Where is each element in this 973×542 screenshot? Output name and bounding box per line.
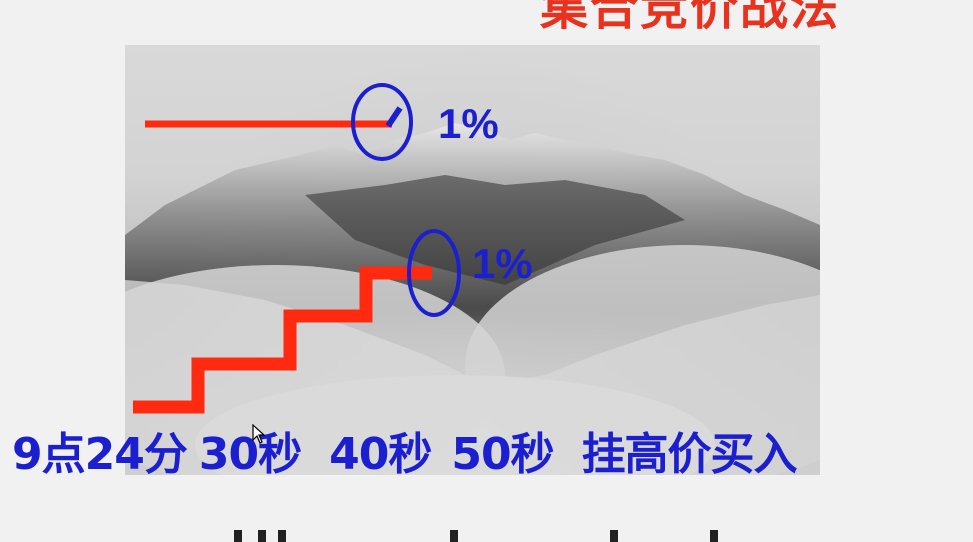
- bottom-text-partial: [150, 528, 730, 542]
- caption-time: 9点24分: [12, 429, 188, 480]
- bottom-percent-label: 1%: [472, 240, 533, 287]
- caption-action: 挂高价买入: [581, 429, 798, 480]
- mouse-cursor-icon: [252, 424, 266, 444]
- top-percent-label: 1%: [438, 100, 499, 147]
- caption-30s: 30秒: [198, 429, 302, 480]
- slide-title-partial: 集合竞价战法: [540, 0, 841, 36]
- time-caption: 9点24分 30秒 40秒 50秒 挂高价买入: [12, 418, 798, 482]
- caption-40s: 40秒: [329, 429, 432, 480]
- caption-50s: 50秒: [451, 429, 554, 480]
